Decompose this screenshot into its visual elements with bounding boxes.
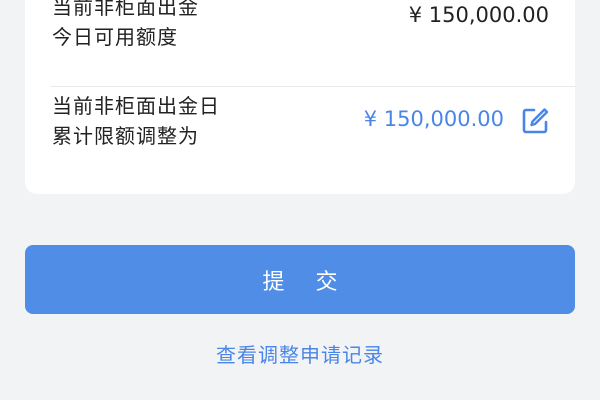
limit-card: 当前非柜面出金 今日可用额度 ¥ 150,000.00 当前非柜面出金日 累计限…: [25, 0, 575, 194]
edit-icon[interactable]: [520, 106, 550, 136]
adjust-limit-value[interactable]: ¥ 150,000.00: [364, 104, 504, 134]
adjust-limit-label: 当前非柜面出金日 累计限额调整为: [52, 91, 220, 151]
today-available-row: 当前非柜面出金 今日可用额度 ¥ 150,000.00: [25, 0, 575, 86]
today-available-label-line1: 当前非柜面出金: [52, 0, 199, 19]
adjust-limit-row[interactable]: 当前非柜面出金日 累计限额调整为 ¥ 150,000.00: [25, 87, 575, 187]
view-adjust-history-link[interactable]: 查看调整申请记录: [0, 339, 600, 368]
adjust-limit-label-line1: 当前非柜面出金日: [52, 94, 220, 118]
adjust-limit-label-line2: 累计限额调整为: [52, 124, 199, 148]
today-available-value: ¥ 150,000.00: [408, 3, 549, 27]
today-available-label: 当前非柜面出金 今日可用额度: [52, 0, 199, 52]
today-available-label-line2: 今日可用额度: [52, 25, 178, 49]
submit-button[interactable]: 提 交: [25, 245, 575, 314]
